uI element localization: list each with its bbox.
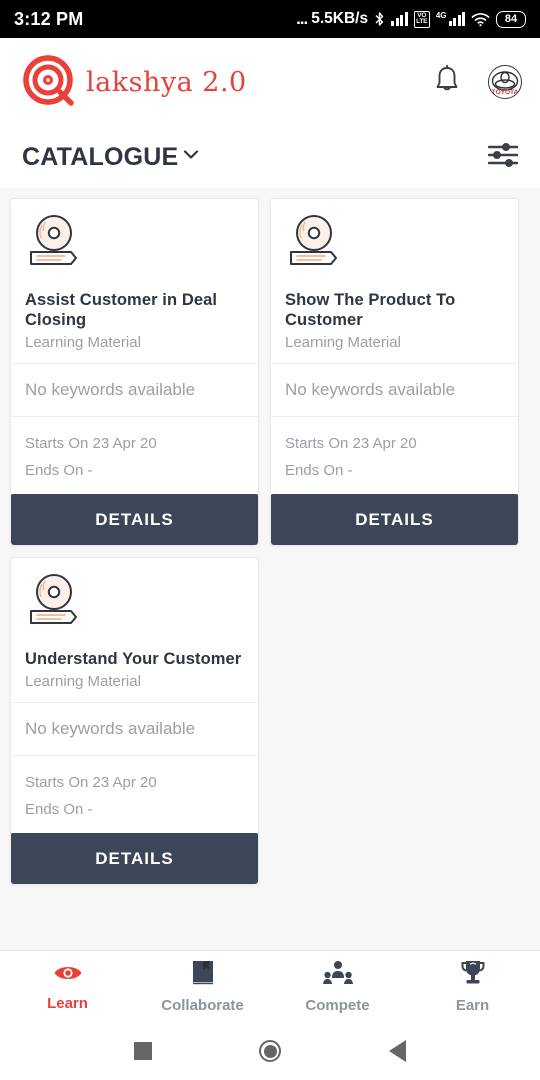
card-end-date: Ends On - bbox=[25, 462, 93, 479]
card-start-date: Starts On 23 Apr 20 bbox=[25, 435, 157, 452]
card-start-date: Starts On 23 Apr 20 bbox=[25, 774, 157, 791]
disc-on-book-icon bbox=[290, 215, 337, 265]
catalogue-card[interactable]: Understand Your Customer Learning Materi… bbox=[10, 557, 259, 885]
catalogue-bar: CATALOGUE bbox=[0, 126, 540, 188]
status-icons: ... 5.5KB/s VO LTE 4G 84 bbox=[296, 9, 526, 29]
card-title: Show The Product To Customer bbox=[285, 291, 456, 329]
book-icon bbox=[191, 960, 215, 991]
nav-item-learn[interactable]: Learn bbox=[0, 962, 135, 1012]
circle-home-icon[interactable] bbox=[259, 1040, 282, 1062]
status-bar: 3:12 PM ... 5.5KB/s VO LTE 4G 84 bbox=[0, 0, 540, 38]
status-time: 3:12 PM bbox=[14, 8, 84, 29]
nav-item-label: Compete bbox=[305, 996, 370, 1014]
card-subtitle: Learning Material bbox=[25, 334, 141, 351]
triangle-back-icon[interactable] bbox=[389, 1040, 407, 1062]
status-dots: ... bbox=[296, 9, 308, 28]
toyota-logo-avatar[interactable]: TOYOTA bbox=[488, 65, 522, 99]
wifi-icon bbox=[471, 12, 490, 27]
nav-item-label: Learn bbox=[47, 994, 88, 1012]
nav-item-label: Earn bbox=[455, 997, 490, 1014]
card-end-date: Ends On - bbox=[25, 801, 93, 818]
disc-on-book-icon bbox=[30, 215, 77, 265]
catalogue-dropdown[interactable]: CATALOGUE bbox=[22, 143, 202, 172]
volte-icon: VO LTE bbox=[413, 10, 430, 28]
nav-item-collaborate[interactable]: Collaborate bbox=[135, 960, 270, 1014]
nav-item-label: Collaborate bbox=[161, 996, 244, 1014]
trophy-icon bbox=[460, 959, 486, 991]
card-header: Understand Your Customer Learning Materi… bbox=[11, 558, 258, 702]
bell-icon[interactable] bbox=[432, 64, 462, 101]
disc-on-book-icon bbox=[285, 213, 504, 278]
network-type-label: 4G bbox=[435, 11, 447, 20]
nav-item-compete[interactable]: Compete bbox=[270, 960, 405, 1014]
app-screen: 3:12 PM ... 5.5KB/s VO LTE 4G 84 lakshya… bbox=[0, 0, 540, 1080]
square-recents-icon[interactable] bbox=[133, 1042, 152, 1060]
card-start-date: Starts On 23 Apr 20 bbox=[285, 435, 417, 452]
people-group-icon bbox=[322, 960, 353, 991]
network-speed-text: 5.5KB/s bbox=[311, 10, 369, 27]
svg-text:TOYOTA: TOYOTA bbox=[492, 89, 519, 96]
details-button[interactable]: DETAILS bbox=[271, 494, 518, 545]
brand-logo[interactable]: lakshya 2.0 bbox=[22, 54, 247, 111]
disc-on-book-icon bbox=[25, 572, 244, 637]
signal-bars-icon bbox=[391, 12, 408, 26]
eye-icon bbox=[53, 962, 83, 989]
app-header: lakshya 2.0 TOYOTA bbox=[0, 38, 540, 126]
card-keywords: No keywords available bbox=[11, 363, 258, 417]
card-subtitle: Learning Material bbox=[25, 673, 141, 690]
disc-on-book-icon bbox=[25, 213, 244, 278]
android-system-nav bbox=[0, 1022, 540, 1080]
battery-indicator: 84 bbox=[496, 10, 526, 28]
target-bullseye-icon bbox=[22, 54, 74, 111]
chevron-down-icon bbox=[180, 143, 202, 172]
card-keywords: No keywords available bbox=[271, 363, 518, 417]
nav-item-earn[interactable]: Earn bbox=[405, 959, 540, 1014]
card-header: Assist Customer in Deal Closing Learning… bbox=[11, 199, 258, 363]
card-keywords: No keywords available bbox=[11, 702, 258, 756]
bottom-navigation: Learn Collaborate Compete Earn bbox=[0, 950, 540, 1022]
details-button[interactable]: DETAILS bbox=[11, 833, 258, 884]
card-dates: Starts On 23 Apr 20 Ends On - bbox=[11, 756, 258, 833]
catalogue-card-grid: Assist Customer in Deal Closing Learning… bbox=[0, 188, 540, 950]
disc-on-book-icon bbox=[30, 574, 77, 624]
volte-line-2: LTE bbox=[416, 18, 428, 25]
card-end-date: Ends On - bbox=[285, 462, 353, 479]
details-button[interactable]: DETAILS bbox=[11, 494, 258, 545]
brand-name: lakshya 2.0 bbox=[86, 66, 247, 98]
card-header: Show The Product To Customer Learning Ma… bbox=[271, 199, 518, 363]
card-dates: Starts On 23 Apr 20 Ends On - bbox=[271, 417, 518, 494]
4g-signal-icon: 4G bbox=[436, 12, 465, 26]
card-dates: Starts On 23 Apr 20 Ends On - bbox=[11, 417, 258, 494]
card-title: Understand Your Customer bbox=[25, 650, 242, 668]
header-actions: TOYOTA bbox=[432, 64, 522, 101]
card-title: Assist Customer in Deal Closing bbox=[25, 291, 218, 329]
catalogue-card[interactable]: Assist Customer in Deal Closing Learning… bbox=[10, 198, 259, 546]
bluetooth-icon bbox=[374, 11, 385, 28]
card-subtitle: Learning Material bbox=[285, 334, 401, 351]
page-title: CATALOGUE bbox=[22, 142, 179, 171]
catalogue-card[interactable]: Show The Product To Customer Learning Ma… bbox=[270, 198, 519, 546]
filter-sliders-icon[interactable] bbox=[486, 138, 520, 177]
